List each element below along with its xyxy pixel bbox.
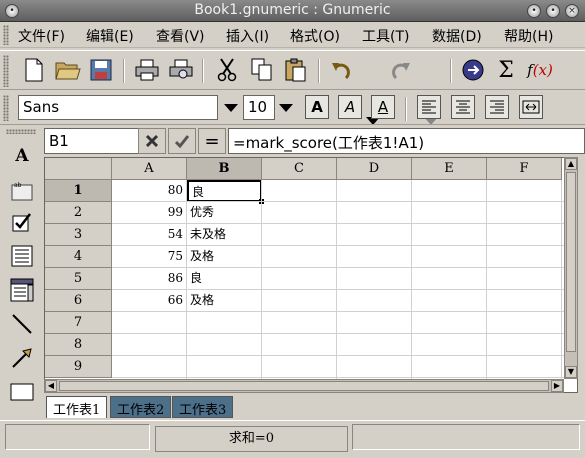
- select-all-corner[interactable]: [45, 158, 112, 180]
- menu-format[interactable]: 格式(O): [290, 26, 340, 46]
- column-header[interactable]: A: [112, 158, 187, 180]
- label-tool-icon[interactable]: A: [9, 143, 35, 169]
- print-icon[interactable]: [133, 56, 161, 84]
- row-header[interactable]: 3: [45, 224, 112, 246]
- font-size-field[interactable]: 10: [243, 95, 275, 120]
- align-center-icon[interactable]: [451, 95, 475, 119]
- rectangle-tool-icon[interactable]: [9, 379, 35, 405]
- print-preview-icon[interactable]: [167, 56, 195, 84]
- sort-icon[interactable]: [459, 56, 487, 84]
- menu-bar: 文件(F) 编辑(E) 查看(V) 插入(I) 格式(O) 工具(T) 数据(D…: [0, 22, 585, 48]
- tab-sheet2[interactable]: 工作表2: [110, 396, 172, 418]
- cell-reference-field[interactable]: B1: [44, 128, 140, 154]
- toolbar-separator: [405, 97, 407, 121]
- close-icon[interactable]: ×: [565, 4, 579, 18]
- formatbar-grip[interactable]: [3, 95, 9, 121]
- row-header[interactable]: 5: [45, 268, 112, 290]
- objbar-grip[interactable]: [6, 129, 36, 134]
- toolbar-separator: [202, 59, 204, 83]
- row-header[interactable]: 4: [45, 246, 112, 268]
- toolbar-separator: [123, 59, 125, 83]
- copy-icon[interactable]: [248, 56, 276, 84]
- row-header[interactable]: 7: [45, 312, 112, 334]
- title-bar: • Book1.gnumeric : Gnumeric • • ×: [0, 0, 585, 22]
- maximize-icon[interactable]: •: [546, 4, 560, 18]
- menu-insert[interactable]: 插入(I): [226, 26, 269, 46]
- scroll-down-icon[interactable]: ▼: [565, 366, 577, 378]
- spreadsheet-grid[interactable]: A B C D E F 1 2 3 4 5 6 7 8 9 80 良 99 优秀…: [44, 157, 578, 393]
- formula-input[interactable]: =mark_score(工作表1!A1): [228, 128, 585, 154]
- column-header[interactable]: C: [262, 158, 337, 180]
- align-right-icon[interactable]: [485, 95, 509, 119]
- row-header[interactable]: 6: [45, 290, 112, 312]
- vertical-scrollbar[interactable]: ▲ ▼: [564, 157, 578, 379]
- minimize-icon[interactable]: •: [527, 4, 541, 18]
- bold-icon[interactable]: A: [305, 95, 329, 119]
- align-left-icon[interactable]: [417, 95, 441, 119]
- sheet-tabs: 工作表1 工作表2 工作表3: [44, 396, 584, 418]
- menu-data[interactable]: 数据(D): [432, 26, 482, 46]
- column-header[interactable]: E: [412, 158, 487, 180]
- row-header[interactable]: 1: [45, 180, 112, 202]
- sum-readout: 求和=0: [155, 426, 348, 452]
- checkbox-tool-icon[interactable]: [9, 209, 35, 235]
- object-toolbar: A ab: [0, 127, 42, 417]
- toolbar-separator: [318, 59, 320, 83]
- menu-help[interactable]: 帮助(H): [504, 26, 553, 46]
- scroll-right-icon[interactable]: ▶: [551, 380, 563, 392]
- row-header[interactable]: 2: [45, 202, 112, 224]
- svg-text:ab: ab: [14, 182, 22, 189]
- cancel-edit-icon[interactable]: [138, 128, 166, 154]
- redo-icon[interactable]: [387, 56, 415, 84]
- line-tool-icon[interactable]: [9, 311, 35, 337]
- format-toolbar: Sans 10 A A A: [0, 91, 585, 125]
- underline-icon[interactable]: A: [371, 95, 395, 119]
- vertical-scroll-thumb[interactable]: [566, 172, 576, 352]
- standard-toolbar: Σ f (x): [0, 50, 585, 125]
- menubar-grip[interactable]: [3, 25, 9, 45]
- font-name-field[interactable]: Sans: [18, 95, 218, 120]
- italic-icon[interactable]: A: [338, 95, 362, 119]
- window-title: Book1.gnumeric : Gnumeric: [194, 2, 391, 18]
- font-size-dropdown-icon[interactable]: [279, 104, 293, 112]
- cut-icon[interactable]: [213, 56, 241, 84]
- status-panel: [5, 424, 150, 450]
- status-panel: [352, 424, 580, 450]
- horizontal-scrollbar[interactable]: ◀ ▶: [44, 379, 564, 393]
- expression-bar: B1 = =mark_score(工作表1!A1): [44, 127, 585, 156]
- merge-center-icon[interactable]: [519, 95, 543, 119]
- function-icon[interactable]: f (x): [526, 56, 554, 84]
- frame-tool-icon[interactable]: ab: [9, 177, 35, 203]
- scroll-left-icon[interactable]: ◀: [45, 380, 57, 392]
- sum-icon[interactable]: Σ: [492, 56, 520, 84]
- column-header[interactable]: F: [487, 158, 562, 180]
- paste-icon[interactable]: [281, 56, 309, 84]
- tab-sheet1[interactable]: 工作表1: [46, 396, 108, 418]
- menu-edit[interactable]: 编辑(E): [86, 26, 134, 46]
- menu-view[interactable]: 查看(V): [156, 26, 205, 46]
- status-bar: 求和=0: [0, 420, 585, 458]
- tab-sheet3[interactable]: 工作表3: [172, 396, 234, 418]
- toolbar-separator: [450, 59, 452, 83]
- list-tool-icon[interactable]: [9, 243, 35, 269]
- grid-lines: [112, 180, 577, 392]
- new-icon[interactable]: [20, 56, 48, 84]
- menu-tools[interactable]: 工具(T): [362, 26, 409, 46]
- row-header[interactable]: 8: [45, 334, 112, 356]
- scroll-up-icon[interactable]: ▲: [565, 158, 577, 170]
- undo-icon[interactable]: [327, 56, 355, 84]
- row-header[interactable]: 9: [45, 356, 112, 378]
- font-name-dropdown-icon[interactable]: [224, 104, 238, 112]
- horizontal-scroll-thumb[interactable]: [59, 381, 549, 391]
- combo-tool-icon[interactable]: [9, 277, 35, 303]
- open-icon[interactable]: [54, 56, 82, 84]
- toolbar-grip[interactable]: [3, 55, 9, 87]
- arrow-tool-icon[interactable]: [9, 345, 35, 371]
- equals-button[interactable]: =: [198, 128, 226, 154]
- accept-edit-icon[interactable]: [168, 128, 196, 154]
- column-header[interactable]: B: [187, 158, 262, 180]
- save-icon[interactable]: [87, 56, 115, 84]
- column-header[interactable]: D: [337, 158, 412, 180]
- menu-file[interactable]: 文件(F): [18, 26, 65, 46]
